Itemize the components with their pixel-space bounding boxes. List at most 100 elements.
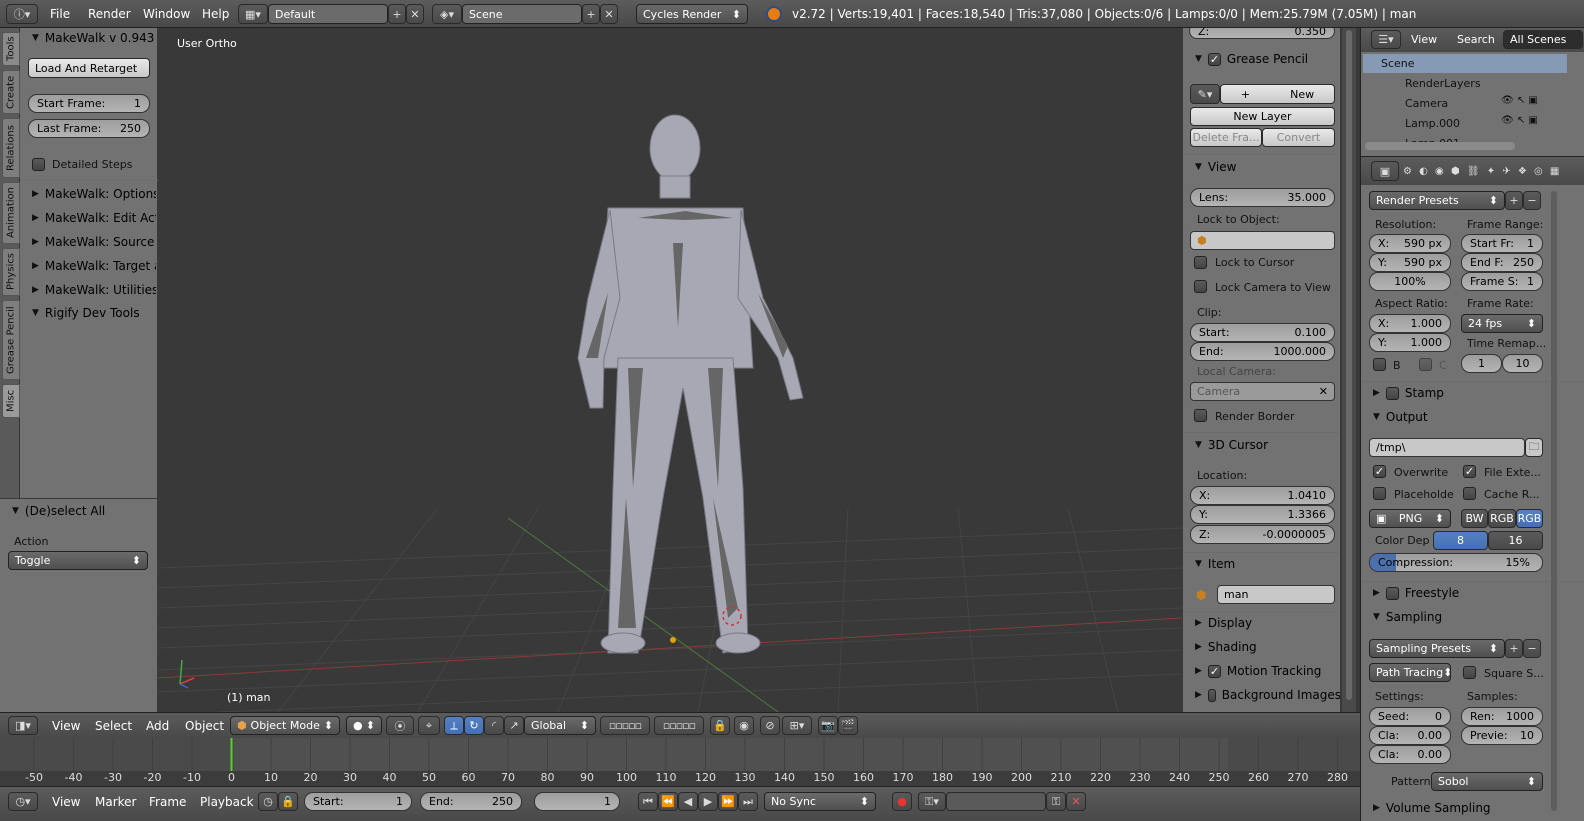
menu-window[interactable]: Window: [143, 7, 190, 21]
background-images-panel-header[interactable]: ▶ Background Images: [1195, 688, 1340, 702]
3d-viewport[interactable]: User Ortho (1) man: [158, 28, 1182, 712]
proportional-edit-icon[interactable]: ◉: [734, 716, 754, 735]
square-samples-checkbox[interactable]: [1463, 666, 1476, 679]
rgb-button[interactable]: RGB: [1488, 509, 1516, 528]
top-z-field[interactable]: Z: 0.350: [1189, 28, 1335, 39]
jump-keyframe-forward-icon[interactable]: ⏩: [718, 792, 738, 811]
clip-start-field[interactable]: Start: 0.100: [1190, 323, 1335, 342]
end-frame-render-field[interactable]: End F: 250: [1461, 253, 1543, 272]
screen-layout-icon[interactable]: ▦▾: [238, 4, 268, 24]
add-layout-button[interactable]: +: [388, 4, 406, 24]
3d-cursor-panel-header[interactable]: ▼ 3D Cursor: [1195, 438, 1335, 452]
current-frame-field[interactable]: 1: [534, 792, 620, 811]
menu-file[interactable]: File: [50, 7, 70, 21]
start-frame-render-field[interactable]: Start Fr: 1: [1461, 234, 1543, 253]
file-format-select[interactable]: ▣ PNG ⬍: [1369, 509, 1451, 528]
res-x-field[interactable]: X: 590 px: [1369, 234, 1451, 253]
remove-sampling-preset-button[interactable]: −: [1523, 639, 1541, 658]
lens-field[interactable]: Lens: 35.000: [1190, 188, 1335, 207]
volume-sampling-panel-header[interactable]: ▶ Volume Sampling: [1373, 801, 1573, 815]
menu-render[interactable]: Render: [88, 7, 131, 21]
last-frame-field[interactable]: Last Frame: 250: [28, 119, 150, 138]
border-checkbox[interactable]: [1373, 358, 1386, 371]
scale-manipulator-icon[interactable]: ◜: [484, 716, 504, 735]
lock-layers-icon[interactable]: 🔒: [710, 716, 730, 735]
frame-step-field[interactable]: Frame S: 1: [1461, 272, 1543, 291]
output-panel-header[interactable]: ▼ Output: [1373, 410, 1573, 424]
seed-field[interactable]: Seed: 0: [1369, 707, 1451, 726]
auto-keyframe-record-icon[interactable]: ●: [892, 792, 912, 811]
panel-makewalk-source[interactable]: ▶ MakeWalk: Source a: [32, 235, 156, 249]
tab-misc[interactable]: Misc: [2, 384, 20, 418]
viewport-menu-view[interactable]: View: [52, 719, 80, 733]
stamp-panel-header[interactable]: ▶ Stamp: [1373, 386, 1573, 400]
delete-frame-button[interactable]: Delete Fra...: [1190, 128, 1262, 147]
view-panel-header[interactable]: ▼ View: [1195, 160, 1335, 174]
eye-icon[interactable]: 👁 ↖ ▣: [1501, 115, 1538, 126]
clear-icon[interactable]: ✕: [1319, 385, 1328, 398]
tab-create[interactable]: Create: [2, 70, 20, 114]
pencil-icon[interactable]: ✎▾: [1190, 84, 1220, 104]
translate-manipulator-icon[interactable]: ⟂: [444, 716, 464, 735]
overwrite-checkbox[interactable]: [1373, 465, 1386, 478]
item-name-field[interactable]: man: [1217, 585, 1335, 604]
res-y-field[interactable]: Y: 590 px: [1369, 253, 1451, 272]
aspect-x-field[interactable]: X: 1.000: [1369, 314, 1451, 333]
jump-end-icon[interactable]: ⏭: [738, 792, 758, 811]
fps-select[interactable]: 24 fps ⬍: [1461, 314, 1543, 333]
folder-icon[interactable]: 🗀: [1525, 438, 1543, 457]
clamp-indirect-field[interactable]: Cla: 0.00: [1369, 745, 1451, 764]
sync-mode-select[interactable]: No Sync ⬍: [764, 792, 876, 811]
lock-to-cursor-checkbox[interactable]: [1194, 256, 1207, 269]
grease-pencil-panel-header[interactable]: ▼ Grease Pencil: [1195, 52, 1335, 66]
viewport-menu-select[interactable]: Select: [95, 719, 132, 733]
viewport-shading-select[interactable]: ● ⬍: [346, 716, 382, 735]
properties-editor-type-button[interactable]: ▣: [1371, 161, 1399, 181]
preview-range-icon[interactable]: ◷: [258, 792, 278, 811]
jump-keyframe-back-icon[interactable]: ⏪: [658, 792, 678, 811]
timeline-menu-view[interactable]: View: [52, 795, 80, 809]
outliner-row-lamp000[interactable]: Lamp.000: [1405, 117, 1460, 130]
bw-button[interactable]: BW: [1461, 509, 1488, 528]
rotate-manipulator-icon[interactable]: ↻: [464, 716, 484, 735]
remove-layout-button[interactable]: ✕: [406, 4, 424, 24]
rgba-button[interactable]: RGB: [1516, 509, 1543, 528]
keying-set-field[interactable]: [946, 792, 1046, 811]
lock-camera-checkbox[interactable]: [1194, 280, 1207, 293]
timeline-menu-frame[interactable]: Frame: [149, 795, 186, 809]
depth-16-button[interactable]: 16: [1488, 531, 1543, 550]
info-editor-type-button[interactable]: ⓘ▾: [6, 4, 38, 24]
pivot-point-button[interactable]: ⦿: [386, 716, 414, 735]
motion-tracking-checkbox[interactable]: [1207, 664, 1221, 678]
load-and-retarget-button[interactable]: Load And Retarget: [28, 58, 150, 78]
panel-makewalk-utilities[interactable]: ▶ MakeWalk: Utilities: [32, 283, 156, 297]
screen-layout-field[interactable]: Default: [268, 4, 388, 24]
tab-animation[interactable]: Animation: [2, 182, 20, 244]
timeline[interactable]: -50 -40 -30 -20 -10 0 10 20 30 40 50 60 70 80 90 100 110…: [0, 738, 1360, 786]
freestyle-checkbox[interactable]: [1385, 586, 1399, 600]
delete-keyframe-icon[interactable]: ✕: [1066, 792, 1086, 811]
tab-grease-pencil[interactable]: Grease Pencil: [2, 300, 20, 380]
outliner-search-menu[interactable]: Search: [1457, 33, 1495, 46]
add-preset-button[interactable]: +: [1505, 191, 1523, 210]
render-engine-select[interactable]: Cycles Render ⬍: [636, 4, 748, 24]
crop-checkbox[interactable]: [1419, 358, 1432, 371]
menu-help[interactable]: Help: [202, 7, 229, 21]
render-opengl-icon[interactable]: 📷: [818, 716, 838, 735]
time-remap-old-field[interactable]: 1: [1461, 354, 1502, 373]
file-extensions-checkbox[interactable]: [1463, 465, 1476, 478]
transform-orientation-icon[interactable]: ↗: [504, 716, 524, 735]
detailed-steps-checkbox[interactable]: [32, 158, 45, 171]
background-images-checkbox[interactable]: [1207, 688, 1216, 702]
new-grease-pencil-button[interactable]: + New: [1220, 84, 1335, 104]
tab-physics[interactable]: Physics: [2, 248, 20, 296]
outliner-row-camera[interactable]: Camera: [1405, 97, 1448, 110]
tab-relations[interactable]: Relations: [2, 118, 20, 178]
scene-field[interactable]: Scene: [462, 4, 582, 24]
cache-result-checkbox[interactable]: [1463, 487, 1476, 500]
play-reverse-icon[interactable]: ◀: [678, 792, 698, 811]
render-border-checkbox[interactable]: [1194, 409, 1207, 422]
integrator-select[interactable]: Path Tracing⬍: [1369, 663, 1451, 682]
tab-tools[interactable]: Tools: [2, 32, 20, 66]
timeline-start-field[interactable]: Start: 1: [304, 792, 412, 811]
